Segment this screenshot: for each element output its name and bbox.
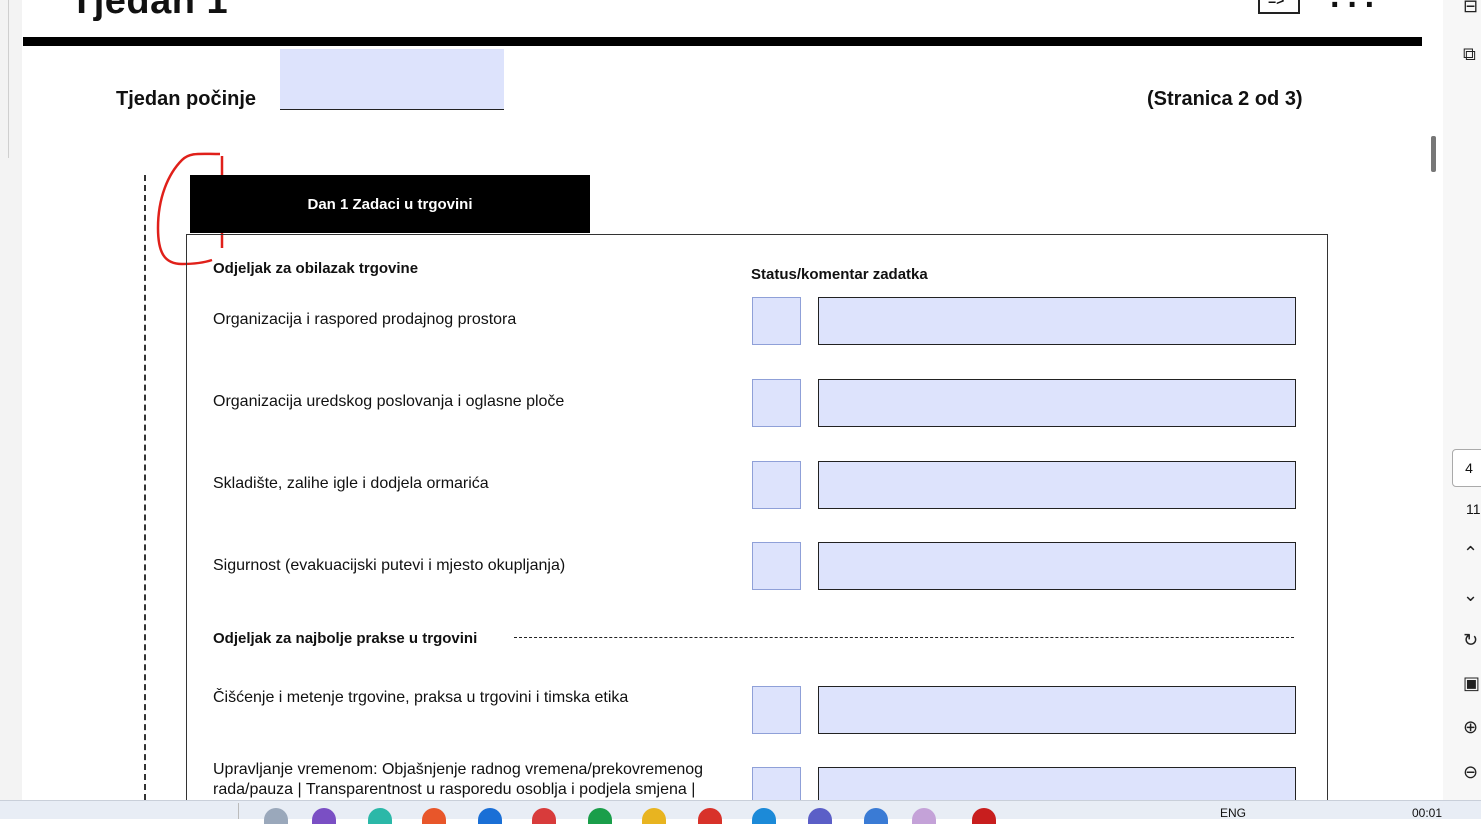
taskbar-app-icon[interactable] xyxy=(642,808,666,824)
task-status-checkbox[interactable] xyxy=(752,686,801,734)
zoom-out-icon[interactable]: ⊖ xyxy=(1463,762,1478,783)
week-title: Tjedan 1 xyxy=(70,0,229,22)
taskbar-app-icon[interactable] xyxy=(912,808,936,824)
taskbar-app-icon[interactable] xyxy=(422,808,446,824)
taskbar-app-icon[interactable] xyxy=(588,808,612,824)
taskbar-app-icon[interactable] xyxy=(698,808,722,824)
task-status-checkbox[interactable] xyxy=(752,297,801,345)
week-starts-label: Tjedan počinje xyxy=(116,88,257,110)
dashed-guide-vertical xyxy=(144,175,146,800)
section-title: Odjeljak za najbolje prakse u trgovini xyxy=(213,630,478,647)
taskbar xyxy=(0,800,1481,824)
task-status-checkbox[interactable] xyxy=(752,767,801,800)
page-total: 11 xyxy=(1466,501,1481,517)
task-status-checkbox[interactable] xyxy=(752,379,801,427)
task-comment-field[interactable] xyxy=(818,542,1296,590)
taskbar-app-icon[interactable] xyxy=(752,808,776,824)
taskbar-separator xyxy=(238,803,239,819)
page-number-label: (Stranica 2 od 3) xyxy=(1147,88,1303,110)
page-number-input[interactable]: 4 xyxy=(1452,449,1481,487)
chevron-down-icon[interactable]: ⌄ xyxy=(1463,585,1478,606)
taskbar-app-icon[interactable] xyxy=(478,808,502,824)
gutter-edge xyxy=(8,0,9,158)
task-label: Čišćenje i metenje trgovine, praksa u tr… xyxy=(213,689,629,706)
vertical-scrollbar-thumb[interactable] xyxy=(1431,136,1436,172)
copy-icon[interactable]: ⧉ xyxy=(1463,44,1476,65)
task-comment-field[interactable] xyxy=(818,461,1296,509)
header-rule xyxy=(23,37,1422,46)
day-tab: Dan 1 Zadaci u trgovini xyxy=(190,175,590,233)
task-label: Skladište, zalihe igle i dodjela ormarić… xyxy=(213,475,489,492)
week-starts-field[interactable] xyxy=(280,49,504,110)
zoom-in-icon[interactable]: ⊕ xyxy=(1463,717,1478,738)
taskbar-app-icon[interactable] xyxy=(312,808,336,824)
taskbar-app-icon[interactable] xyxy=(808,808,832,824)
task-label: Sigurnost (evakuacijski putevi i mjesto … xyxy=(213,557,566,574)
task-status-checkbox[interactable] xyxy=(752,461,801,509)
status-header: Status/komentar zadatka xyxy=(751,266,928,283)
left-gutter xyxy=(0,0,22,800)
taskbar-app-icon[interactable] xyxy=(532,808,556,824)
taskbar-app-icon[interactable] xyxy=(264,808,288,824)
fit-page-icon[interactable]: ▣ xyxy=(1463,673,1480,694)
more-options-icon[interactable]: ··· xyxy=(1330,0,1382,25)
task-comment-field[interactable] xyxy=(818,767,1296,800)
chevron-up-icon[interactable]: ⌃ xyxy=(1463,543,1478,564)
taskbar-app-icon[interactable] xyxy=(864,808,888,824)
task-comment-field[interactable] xyxy=(818,686,1296,734)
pdf-page: Tjedan 1 => ··· Tjedan počinje (Stranica… xyxy=(22,0,1422,800)
task-label: Upravljanje vremenom: Objašnjenje radnog… xyxy=(213,761,704,798)
section-dashed-rule xyxy=(514,637,1294,638)
task-label: Organizacija i raspored prodajnog prosto… xyxy=(213,311,517,328)
task-comment-field[interactable] xyxy=(818,379,1296,427)
task-status-checkbox[interactable] xyxy=(752,542,801,590)
taskbar-app-icon[interactable] xyxy=(972,808,996,824)
task-label: Organizacija uredskog poslovanja i oglas… xyxy=(213,393,565,410)
taskbar-app-icon[interactable] xyxy=(368,808,392,824)
rotate-icon[interactable]: ↻ xyxy=(1463,630,1478,651)
bookmark-icon[interactable]: ⊟ xyxy=(1463,0,1478,17)
task-comment-field[interactable] xyxy=(818,297,1296,345)
export-icon[interactable]: => xyxy=(1258,0,1300,14)
section-title: Odjeljak za obilazak trgovine xyxy=(213,260,419,277)
